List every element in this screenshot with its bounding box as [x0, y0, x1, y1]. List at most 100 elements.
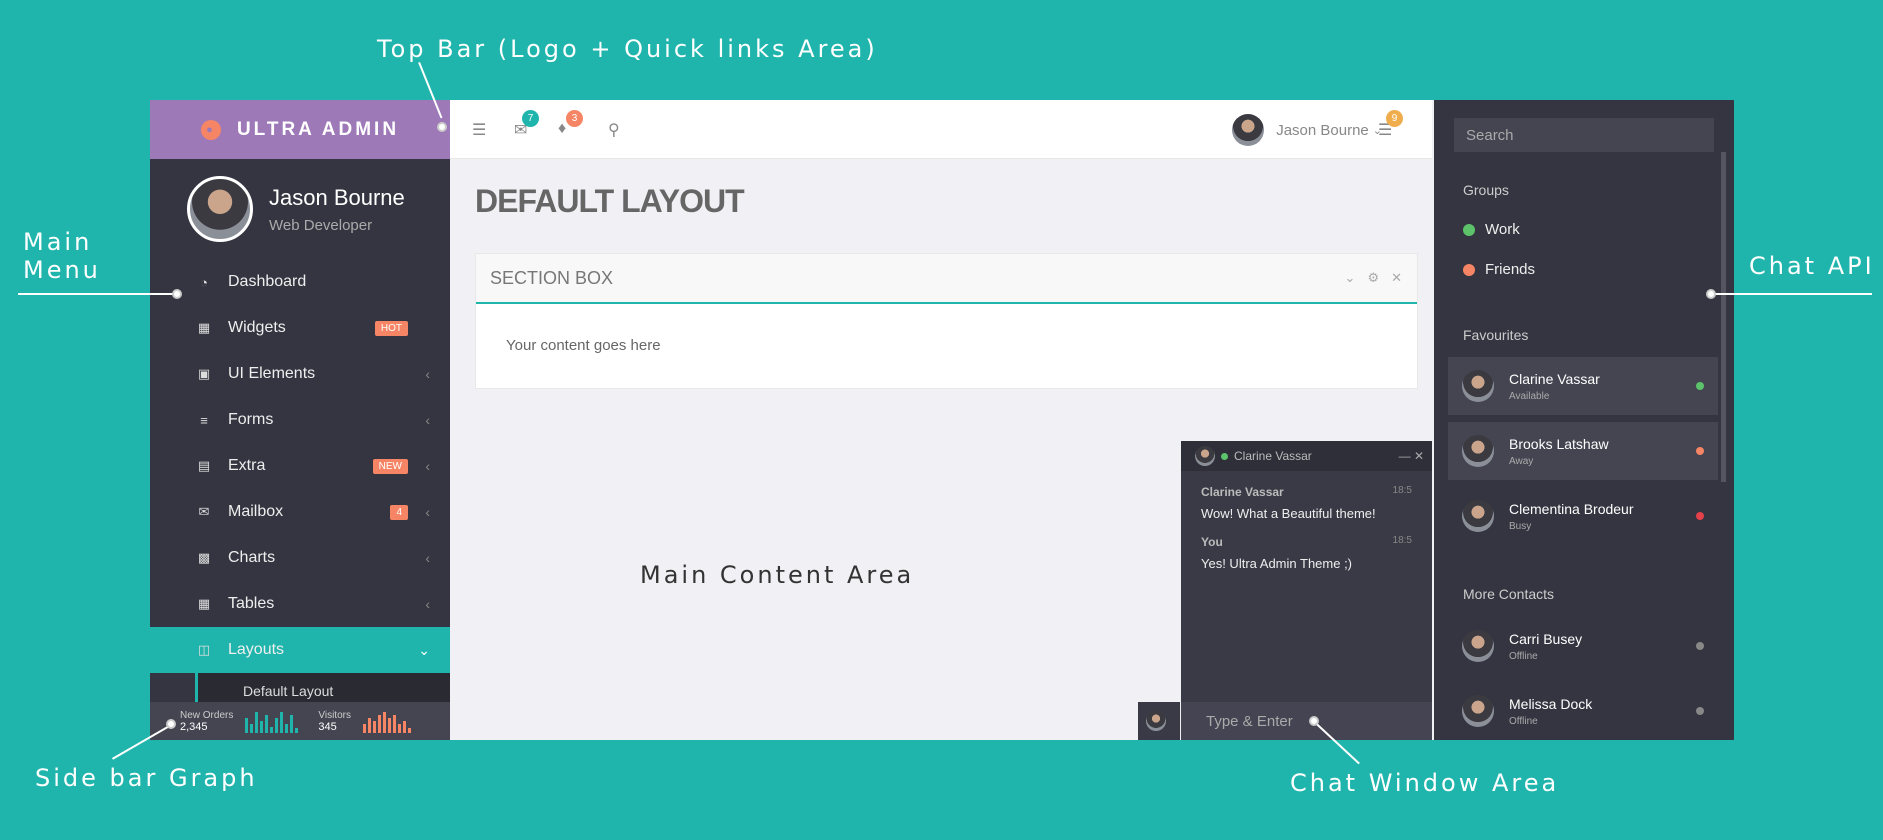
section-box: SECTION BOX ⌄ ⚙ ✕ Your content goes here — [475, 253, 1418, 389]
search-icon[interactable]: ⚲ — [608, 120, 620, 140]
section-header: SECTION BOX ⌄ ⚙ ✕ — [476, 254, 1417, 304]
callout-leader — [112, 725, 171, 760]
avatar — [1462, 630, 1494, 662]
status-dot — [1696, 512, 1704, 520]
close-icon[interactable]: ✕ — [1391, 270, 1402, 286]
callout-main-menu: Main Menu — [23, 228, 101, 284]
avatar — [1462, 500, 1494, 532]
callout-leader — [1714, 293, 1872, 295]
avatar — [1462, 435, 1494, 467]
envelope-icon[interactable]: ✉ 7 — [514, 110, 539, 140]
menu-item-ui-elements[interactable]: ▣ UI Elements ‹ — [150, 351, 450, 397]
sparkline-bar — [397, 723, 401, 733]
gift-icon: ▤ — [197, 458, 211, 473]
chevron-left-icon: ‹ — [425, 550, 430, 566]
callout-dot — [437, 122, 447, 132]
chevron-left-icon: ‹ — [425, 596, 430, 612]
chat-search-input[interactable]: Search — [1454, 118, 1714, 152]
contact-brooks-latshaw[interactable]: Brooks Latshaw Away — [1448, 422, 1718, 480]
sparkline-bar — [270, 726, 274, 733]
sparkline-bar — [275, 717, 279, 733]
menu-item-dashboard[interactable]: ◔ Dashboard — [150, 259, 450, 305]
collapse-icon[interactable]: ⌄ — [1345, 270, 1356, 286]
group-dot — [1463, 263, 1475, 276]
sidebar: ● ULTRA ADMIN Jason Bourne Web Developer … — [150, 100, 450, 740]
chat-badge: 9 — [1386, 110, 1403, 127]
briefcase-icon: ▣ — [197, 366, 211, 381]
chat-window-header[interactable]: Clarine Vassar — ✕ — [1181, 441, 1432, 471]
more-contacts-heading: More Contacts — [1463, 586, 1555, 602]
main-content-area-label: Main Content Area — [640, 561, 915, 589]
callout-dot — [1706, 289, 1716, 299]
new-badge: NEW — [372, 458, 408, 474]
avatar — [1462, 695, 1494, 727]
chat-bubble-icon[interactable]: ☰ 9 — [1378, 110, 1403, 140]
callout-dot — [1309, 716, 1319, 726]
sparkline-bar — [377, 714, 381, 733]
profile-role: Web Developer — [269, 216, 373, 234]
chat-message: You 18:5 Yes! Ultra Admin Theme ;) — [1201, 535, 1412, 571]
sidebar-graph: New Orders 2,345 Visitors 345 — [150, 702, 450, 740]
chat-input[interactable]: Type & Enter — [1181, 702, 1432, 740]
callout-topbar: Top Bar (Logo + Quick links Area) — [377, 35, 878, 63]
avatar — [1232, 114, 1265, 146]
group-friends[interactable]: Friends — [1463, 261, 1535, 278]
sparkline-bar — [260, 720, 264, 733]
bell-icon[interactable]: ♦ 3 — [558, 110, 583, 138]
hamburger-menu-icon[interactable]: ☰ — [472, 120, 486, 140]
groups-heading: Groups — [1463, 182, 1509, 198]
scrollbar[interactable] — [1721, 152, 1726, 482]
sparkline-bar — [250, 723, 254, 733]
user-dropdown[interactable]: Jason Bourne ⌄ — [1232, 114, 1382, 146]
stat-new-orders: New Orders 2,345 — [180, 710, 299, 733]
menu-item-widgets[interactable]: ▦ Widgets HOT — [150, 305, 450, 351]
sparkline-bar — [265, 714, 269, 733]
sparkline-bar — [295, 728, 299, 733]
chevron-left-icon: ‹ — [425, 504, 430, 520]
sparkline-bar — [392, 714, 396, 733]
group-dot — [1463, 223, 1475, 236]
notification-badge: 3 — [566, 110, 583, 127]
topbar: ☰ ✉ 7 ♦ 3 ⚲ Jason Bourne ⌄ ☰ 9 — [450, 100, 1432, 159]
hot-badge: HOT — [374, 320, 408, 336]
callout-dot — [166, 719, 176, 729]
minimized-chat[interactable] — [1138, 702, 1180, 740]
sliders-icon: ≡ — [200, 412, 208, 428]
main-menu: ◔ Dashboard ▦ Widgets HOT ▣ UI Elements ‹ ≡ Fo… — [150, 259, 450, 673]
callout-dot — [172, 289, 182, 299]
callout-chat-api: Chat API — [1749, 252, 1875, 280]
menu-item-charts[interactable]: ▩ Charts ‹ — [150, 535, 450, 581]
menu-item-forms[interactable]: ≡ Forms ‹ — [150, 397, 450, 443]
contact-clarine-vassar[interactable]: Clarine Vassar Available — [1448, 357, 1718, 415]
sparkline-bar — [382, 711, 386, 733]
sparkline-bar — [280, 711, 284, 733]
profile-name: Jason Bourne — [269, 184, 405, 210]
callout-leader — [18, 293, 176, 295]
columns-icon: ◫ — [197, 642, 211, 657]
menu-item-mailbox[interactable]: ✉ Mailbox 4 ‹ — [150, 489, 450, 535]
sparkline-bar — [362, 723, 366, 733]
gear-icon[interactable]: ⚙ — [1367, 270, 1379, 286]
menu-item-extra[interactable]: ▤ Extra NEW ‹ — [150, 443, 450, 489]
logo[interactable]: ● ULTRA ADMIN — [150, 100, 450, 159]
chevron-left-icon: ‹ — [425, 366, 430, 382]
dashboard-icon: ◔ — [200, 274, 208, 290]
group-work[interactable]: Work — [1463, 221, 1520, 238]
contact-carri-busey[interactable]: Carri Busey Offline — [1448, 617, 1718, 675]
sparkline-bar — [407, 728, 411, 733]
menu-item-layouts[interactable]: ◫ Layouts ⌄ — [150, 627, 450, 673]
chat-panel: Search Groups Work Friends Favourites Cl… — [1434, 100, 1734, 740]
sparkline-bar — [245, 717, 249, 733]
section-body: Your content goes here — [506, 337, 661, 354]
avatar — [1462, 370, 1494, 402]
minimize-close-icon[interactable]: — ✕ — [1399, 449, 1424, 463]
contact-clementina-brodeur[interactable]: Clementina Brodeur Busy — [1448, 487, 1718, 545]
contact-melissa-dock[interactable]: Melissa Dock Offline — [1448, 682, 1718, 740]
callout-sidebar-graph: Side bar Graph — [35, 764, 258, 792]
table-icon: ▦ — [197, 596, 211, 611]
envelope-icon: ✉ — [198, 504, 210, 519]
avatar — [187, 176, 253, 242]
bar-chart-icon: ▩ — [197, 550, 211, 565]
menu-item-tables[interactable]: ▦ Tables ‹ — [150, 581, 450, 627]
user-profile[interactable]: Jason Bourne Web Developer — [150, 159, 450, 259]
